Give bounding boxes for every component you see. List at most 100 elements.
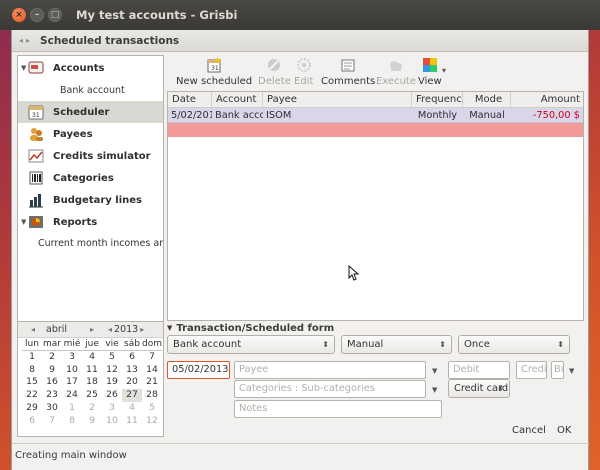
calendar-day[interactable]: 12 — [102, 364, 122, 377]
notes-field[interactable]: Notes — [234, 400, 442, 418]
calendar-day[interactable]: 16 — [42, 376, 62, 389]
calendar-day[interactable]: 6 — [122, 351, 142, 364]
view-dropdown-icon[interactable]: ▾ — [442, 66, 446, 75]
calendar-day[interactable]: 21 — [142, 376, 162, 389]
nav-item-budgetary-lines[interactable]: Budgetary lines — [18, 189, 163, 211]
calendar-day[interactable]: 9 — [82, 415, 102, 428]
calendar-day[interactable]: 10 — [102, 415, 122, 428]
payee-field[interactable]: Payee — [234, 361, 426, 379]
calendar-day[interactable]: 29 — [22, 402, 42, 415]
expander-icon[interactable]: ▼ — [21, 64, 26, 72]
calendar-day-of-week: mar — [42, 339, 62, 351]
delete-button[interactable]: Delete — [258, 56, 291, 88]
calendar-day[interactable]: 7 — [42, 415, 62, 428]
budget-field[interactable]: Bu — [551, 361, 564, 379]
forward-button[interactable]: ▸ — [26, 36, 30, 45]
back-button[interactable]: ◂ — [19, 36, 23, 45]
column-header-payee[interactable]: Payee — [263, 92, 412, 108]
execute-button[interactable]: Execute — [376, 56, 416, 88]
calendar-day[interactable]: 19 — [102, 376, 122, 389]
calendar-day-of-week: jue — [82, 338, 102, 351]
date-field[interactable]: 05/02/2013 — [167, 361, 230, 379]
calendar-day[interactable]: 23 — [42, 389, 62, 402]
calendar-day[interactable]: 11 — [122, 415, 142, 428]
nav-item-categories[interactable]: Categories — [18, 167, 163, 189]
calendar-day[interactable]: 26 — [102, 389, 122, 402]
calendar-day[interactable]: 28 — [142, 389, 162, 402]
calendar-day[interactable]: 2 — [82, 402, 102, 415]
mode-select[interactable]: Manual ⬍ — [341, 335, 452, 354]
calendar-day[interactable]: 4 — [122, 402, 142, 415]
calendar-day[interactable]: 10 — [62, 364, 82, 377]
calendar-day[interactable]: 3 — [62, 351, 82, 364]
calendar-day[interactable]: 1 — [62, 402, 82, 415]
calendar-day[interactable]: 9 — [42, 364, 62, 377]
header-bar: ◂ ▸ Scheduled transactions — [12, 30, 588, 52]
calendar-day[interactable]: 20 — [122, 376, 142, 389]
calendar-day[interactable]: 1 — [22, 351, 42, 364]
calendar-day[interactable]: 8 — [22, 364, 42, 377]
calendar-day[interactable]: 18 — [82, 376, 102, 389]
nav-item-report-current-month[interactable]: Current month incomes and o — [18, 232, 163, 254]
column-header-frequency[interactable]: Frequency — [412, 92, 463, 108]
scheduled-form-header[interactable]: ▼ Transaction/Scheduled form — [167, 320, 584, 336]
calendar-day[interactable]: 6 — [22, 415, 42, 428]
column-header-amount[interactable]: Amount — [511, 92, 583, 108]
column-header-mode[interactable]: Mode — [463, 92, 511, 108]
credit-field[interactable]: Credit — [516, 361, 547, 379]
window-close-button[interactable]: × — [12, 8, 26, 22]
calendar-day[interactable]: 5 — [102, 351, 122, 364]
calendar-day[interactable]: 30 — [42, 402, 62, 415]
calendar-day[interactable]: 8 — [62, 415, 82, 428]
new-scheduled-button[interactable]: 31 New scheduled — [176, 56, 252, 88]
table-row-empty[interactable] — [168, 123, 583, 137]
calendar-day[interactable]: 14 — [142, 364, 162, 377]
edit-button[interactable]: Edit — [294, 56, 313, 88]
calendar-day[interactable]: 5 — [142, 402, 162, 415]
calendar-day[interactable]: 25 — [82, 389, 102, 402]
ok-button[interactable]: OK — [557, 425, 571, 436]
comments-button[interactable]: Comments — [321, 56, 375, 88]
nav-item-scheduler[interactable]: 31 Scheduler — [18, 101, 163, 123]
calendar-day[interactable]: 22 — [22, 389, 42, 402]
nav-item-accounts[interactable]: ▼ Accounts — [18, 57, 163, 79]
nav-item-credits-simulator[interactable]: Credits simulator — [18, 145, 163, 167]
nav-item-bank-account[interactable]: Bank account — [18, 79, 163, 101]
next-year-button[interactable]: ▸ — [140, 325, 144, 334]
calendar-day[interactable]: 2 — [42, 351, 62, 364]
calendar-day[interactable]: 27 — [122, 389, 142, 402]
calendar-day[interactable]: 13 — [122, 364, 142, 377]
expander-icon[interactable]: ▼ — [21, 218, 26, 226]
budget-dropdown-icon[interactable]: ▼ — [569, 367, 574, 375]
prev-year-button[interactable]: ◂ — [108, 325, 112, 334]
calendar-day[interactable]: 4 — [82, 351, 102, 364]
calendar-day[interactable]: 11 — [82, 364, 102, 377]
categories-field[interactable]: Categories : Sub-categories — [234, 380, 426, 398]
calendar-day-of-week: mié — [62, 339, 82, 351]
payee-dropdown-icon[interactable]: ▼ — [432, 367, 437, 375]
prev-month-button[interactable]: ◂ — [31, 325, 35, 334]
calendar-day[interactable]: 7 — [142, 351, 162, 364]
debit-field[interactable]: Debit — [448, 361, 510, 379]
calendar-day[interactable]: 24 — [62, 389, 82, 402]
account-select[interactable]: Bank account ⬍ — [167, 335, 335, 354]
calendar-day[interactable]: 3 — [102, 402, 122, 415]
nav-item-reports[interactable]: ▼ Reports — [18, 211, 163, 233]
window-minimize-button[interactable]: – — [30, 8, 44, 22]
window-maximize-button[interactable]: □ — [48, 8, 62, 22]
next-month-button[interactable]: ▸ — [90, 325, 94, 334]
calendar-day[interactable]: 17 — [62, 376, 82, 389]
cancel-button[interactable]: Cancel — [512, 425, 546, 436]
payment-method-select[interactable]: Credit card ⬍ — [448, 379, 510, 398]
expander-icon[interactable]: ▼ — [167, 324, 172, 332]
column-header-date[interactable]: Date — [168, 92, 212, 108]
column-header-account[interactable]: Account — [212, 92, 263, 108]
nav-item-payees[interactable]: Payees — [18, 123, 163, 145]
scheduled-form-title: Transaction/Scheduled form — [176, 322, 335, 334]
frequency-select[interactable]: Once ⬍ — [458, 335, 570, 354]
calendar-day[interactable]: 15 — [22, 376, 42, 389]
view-button[interactable]: View — [418, 56, 442, 88]
calendar-day[interactable]: 12 — [142, 415, 162, 428]
categories-dropdown-icon[interactable]: ▼ — [432, 386, 437, 394]
table-row[interactable]: 5/02/201 Bank accou ISOM Monthly Manual … — [168, 108, 583, 123]
